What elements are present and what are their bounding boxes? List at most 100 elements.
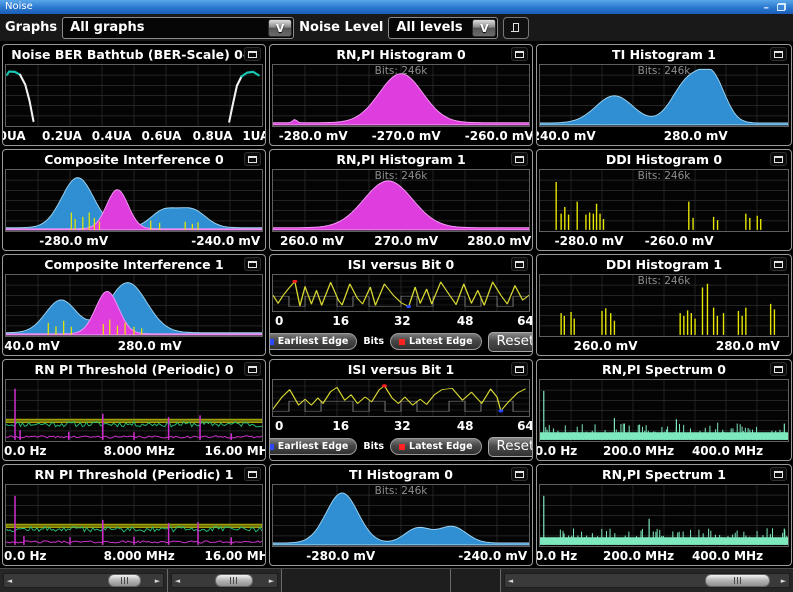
scroll-track[interactable] xyxy=(183,574,266,587)
scroll-left-icon[interactable]: ◄ xyxy=(172,577,183,585)
x-axis-labels: 0.0 Hz8.000 MHz16.00 MHz xyxy=(3,547,265,565)
horizontal-scrollbar[interactable]: ◄ ► xyxy=(3,573,164,588)
x-axis-labels: 260.0 mV280.0 mV xyxy=(537,337,791,355)
reset-button[interactable]: Reset xyxy=(488,437,533,457)
maximize-button[interactable] xyxy=(511,152,528,166)
scroll-right-icon[interactable]: ► xyxy=(266,577,277,585)
panel-ti-histogram-1: TI Histogram 1 Bits: 246k 240.0 mV280.0 … xyxy=(536,44,792,146)
maximize-icon xyxy=(248,366,257,373)
maximize-button[interactable] xyxy=(244,47,261,61)
pin-button[interactable] xyxy=(503,17,529,39)
maximize-button[interactable] xyxy=(511,467,528,481)
maximize-button[interactable] xyxy=(244,467,261,481)
scroll-thumb[interactable] xyxy=(705,574,771,587)
panel-composite-interference-0: Composite Interference 0 -280.0 mV-240.0… xyxy=(2,149,266,251)
bottom-scroll-strip: ◄ ► ◄ ► ◄ ► xyxy=(0,568,793,592)
maximize-icon xyxy=(515,471,524,478)
x-axis-labels: 240.0 mV280.0 mV xyxy=(3,337,265,355)
plot-area xyxy=(272,379,530,417)
scroll-track[interactable] xyxy=(516,574,778,587)
panel-noise-ber-bathtub: Noise BER Bathtub (BER-Scale) 0-1 0UA0.2… xyxy=(2,44,266,146)
maximize-button[interactable] xyxy=(770,47,787,61)
x-axis-label: 8.000 MHz xyxy=(104,444,175,458)
maximize-button[interactable] xyxy=(244,257,261,271)
panel-title: ISI versus Bit 0 xyxy=(270,257,532,272)
maximize-button[interactable] xyxy=(511,362,528,376)
x-axis-label: 280.0 mV xyxy=(716,339,780,353)
scroll-track[interactable] xyxy=(15,574,152,587)
panel-rn-pi-threshold-periodic-0: RN PI Threshold (Periodic) 0 0.0 Hz8.000… xyxy=(2,359,266,461)
graphs-dropdown[interactable]: All graphs V xyxy=(62,17,294,39)
plot-area: Bits: 246k xyxy=(539,64,789,127)
plot-area: Bits: 246k xyxy=(272,484,530,547)
x-axis-labels: 240.0 mV280.0 mV xyxy=(537,127,791,145)
latest-edge-button[interactable]: Latest Edge xyxy=(390,333,482,350)
x-axis-labels: 016324864 xyxy=(270,417,532,435)
maximize-button[interactable] xyxy=(770,152,787,166)
x-axis-label: 48 xyxy=(457,314,474,328)
scroll-right-icon[interactable]: ► xyxy=(152,577,163,585)
panel-title: RN,PI Histogram 1 xyxy=(270,152,532,167)
x-axis-label: 280.0 mV xyxy=(664,129,728,143)
scroll-left-icon[interactable]: ◄ xyxy=(4,577,15,585)
chart-canvas xyxy=(6,275,262,336)
earliest-edge-button[interactable]: Earliest Edge xyxy=(269,333,357,350)
x-axis-label: 16 xyxy=(332,419,349,433)
reset-button[interactable]: Reset xyxy=(488,332,533,352)
minimize-icon[interactable]: – xyxy=(764,1,770,14)
bits-annotation: Bits: 246k xyxy=(638,275,691,287)
earliest-edge-label: Earliest Edge xyxy=(278,336,349,347)
restore-icon[interactable] xyxy=(777,3,786,11)
maximize-button[interactable] xyxy=(244,362,261,376)
isi-controls: Earliest Edge Bits Latest Edge Reset xyxy=(270,330,532,355)
maximize-button[interactable] xyxy=(511,257,528,271)
panel-titlebar: TI Histogram 1 xyxy=(537,45,791,64)
x-axis-label: -240.0 mV xyxy=(191,234,260,248)
scroll-left-icon[interactable]: ◄ xyxy=(505,577,516,585)
panel-title: RN PI Threshold (Periodic) 1 xyxy=(3,467,265,482)
x-axis-label: 270.0 mV xyxy=(374,234,438,248)
earliest-edge-marker-icon xyxy=(269,339,274,345)
maximize-button[interactable] xyxy=(770,362,787,376)
x-axis-labels: 0.0 Hz200.0 MHz400.0 MHz xyxy=(537,547,791,565)
panel-title: RN,PI Histogram 0 xyxy=(270,47,532,62)
x-axis-label: 280.0 mV xyxy=(467,234,531,248)
noise-level-dropdown-value: All levels xyxy=(389,20,471,35)
toolbar: Graphs All graphs V Noise Level All leve… xyxy=(0,14,793,42)
chevron-down-icon[interactable]: V xyxy=(268,19,292,37)
x-axis-label: 0.6UA xyxy=(142,129,182,143)
chart-canvas xyxy=(540,485,788,546)
plot-area xyxy=(5,169,263,232)
chart-canvas xyxy=(6,485,262,546)
x-axis-label: 48 xyxy=(457,419,474,433)
panel-isi-versus-bit-0: ISI versus Bit 0 016324864 Earliest Edge… xyxy=(269,254,533,356)
bits-label: Bits xyxy=(363,336,384,347)
window-title: Noise xyxy=(5,0,33,14)
horizontal-scrollbar[interactable]: ◄ ► xyxy=(504,573,790,588)
scroll-thumb[interactable] xyxy=(215,574,253,587)
x-axis-labels: 0UA0.2UA0.4UA0.6UA0.8UA1UA xyxy=(3,127,265,145)
x-axis-label: 32 xyxy=(394,314,411,328)
plot-area: Bits: 246k xyxy=(272,64,530,127)
maximize-button[interactable] xyxy=(770,467,787,481)
x-axis-label: -260.0 mV xyxy=(645,234,714,248)
chevron-down-icon[interactable]: V xyxy=(472,19,496,37)
maximize-button[interactable] xyxy=(244,152,261,166)
panel-titlebar: Composite Interference 0 xyxy=(3,150,265,169)
scroll-thumb[interactable] xyxy=(108,574,141,587)
scroll-right-icon[interactable]: ► xyxy=(778,577,789,585)
maximize-icon xyxy=(248,51,257,58)
horizontal-scrollbar[interactable]: ◄ ► xyxy=(171,573,278,588)
x-axis-label: 0.0 Hz xyxy=(536,549,577,563)
panel-titlebar: Composite Interference 1 xyxy=(3,255,265,274)
maximize-button[interactable] xyxy=(511,47,528,61)
earliest-edge-button[interactable]: Earliest Edge xyxy=(269,438,357,455)
noise-level-dropdown[interactable]: All levels V xyxy=(388,17,498,39)
plot-area: Bits: 246k xyxy=(539,169,789,232)
chart-canvas xyxy=(540,380,788,441)
x-axis-label: -270.0 mV xyxy=(372,129,441,143)
x-axis-label: -280.0 mV xyxy=(279,129,348,143)
plot-area xyxy=(539,484,789,547)
maximize-button[interactable] xyxy=(770,257,787,271)
latest-edge-button[interactable]: Latest Edge xyxy=(390,438,482,455)
